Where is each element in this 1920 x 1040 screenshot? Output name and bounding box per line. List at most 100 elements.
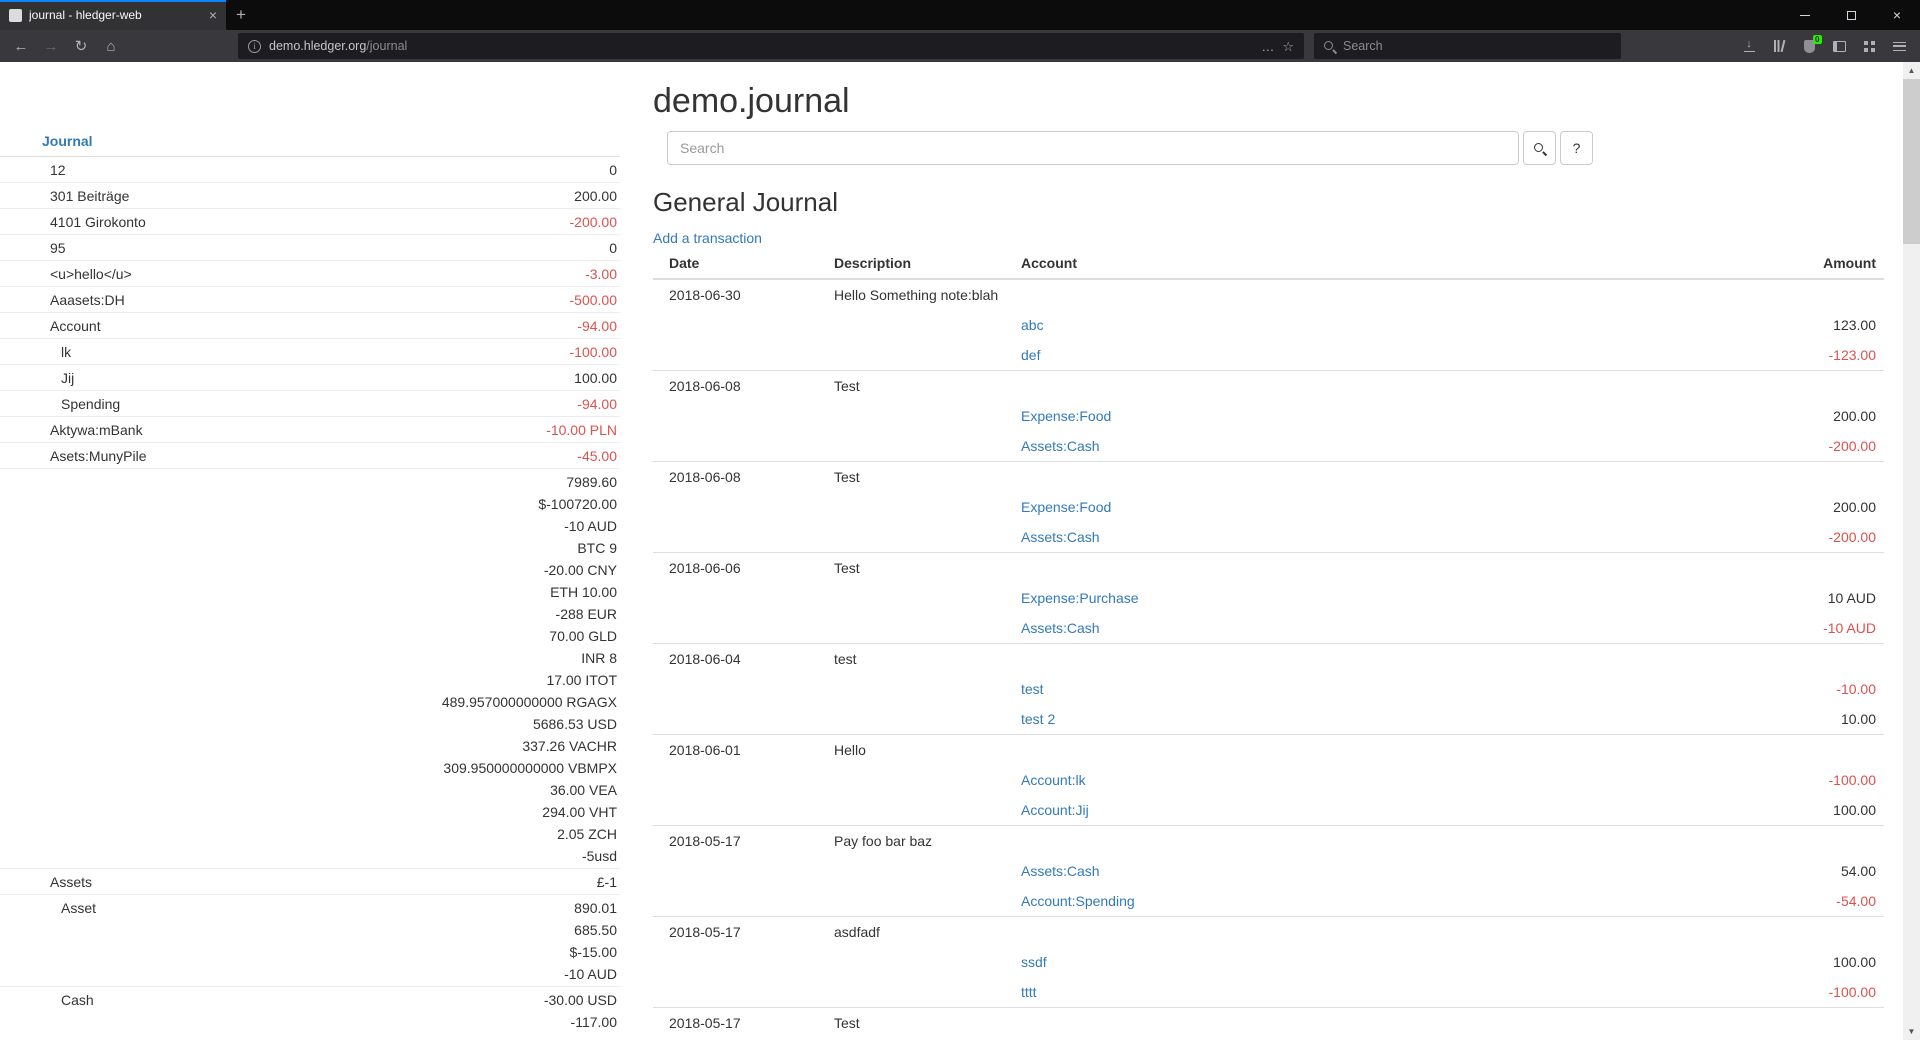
sidebar-account-name-cell: Aaasets:DH [0, 287, 280, 313]
posting-account-link[interactable]: test [1021, 681, 1044, 697]
transaction-date: 2018-05-17 [653, 826, 834, 857]
sidebar-account-link[interactable]: Cash [61, 992, 94, 1008]
posting-account-link[interactable]: Assets:Cash [1021, 863, 1100, 879]
balance-amount: -45.00 [280, 445, 617, 467]
posting-amount: 123.00 [1581, 310, 1884, 340]
sidebar-account-link[interactable]: Assets [50, 874, 92, 890]
library-button[interactable] [1764, 33, 1794, 59]
page-scrollbar[interactable]: ▲ ▼ [1903, 62, 1920, 1040]
posting-account-link[interactable]: Account:Spending [1021, 893, 1135, 909]
posting-account-link[interactable]: tttt [1021, 984, 1037, 1000]
sidebar-account-link[interactable]: 12 [50, 162, 66, 178]
posting-account-link[interactable]: abc [1021, 317, 1044, 333]
window-close-button[interactable]: × [1874, 0, 1920, 30]
sidebar-icon [1833, 41, 1846, 52]
add-transaction-link[interactable]: Add a transaction [653, 230, 762, 246]
tiles-button[interactable] [1854, 33, 1884, 59]
sidebar-account-name-cell: Aktywa:mBank [0, 417, 280, 443]
search-submit-button[interactable] [1523, 131, 1556, 165]
sidebar-account-link[interactable]: Aktywa:mBank [50, 422, 143, 438]
sidebar-account-row: 301 Beiträge 200.00 [0, 183, 620, 209]
sidebar-account-link[interactable]: 301 Beiträge [50, 188, 129, 204]
extension-button[interactable]: 0 [1794, 33, 1824, 59]
window-maximize-button[interactable] [1828, 0, 1874, 30]
sidebar-account-link[interactable]: Aaasets:DH [50, 292, 125, 308]
sidebar-account-row: Cash-30.00 USD-117.00 [0, 987, 620, 1035]
download-icon: ↓ [1744, 40, 1755, 52]
sidebar-account-row: lk -100.00 [0, 339, 620, 365]
sidebar-account-link[interactable]: Asets:MunyPile [50, 448, 146, 464]
sidebar-account-link[interactable]: Asset [61, 900, 96, 916]
journal-nav-link[interactable]: Journal [42, 133, 93, 149]
posting-account-link[interactable]: def [1021, 347, 1040, 363]
forward-button[interactable]: → [36, 33, 66, 59]
posting-amount: -54.00 [1581, 886, 1884, 917]
new-tab-button[interactable]: + [226, 0, 256, 30]
tab-close-icon[interactable]: × [209, 9, 217, 22]
search-help-button[interactable]: ? [1560, 131, 1593, 165]
posting-account-link[interactable]: Assets:Cash [1021, 620, 1100, 636]
balance-amount: $-15.00 [280, 941, 617, 963]
sidebar-account-balance: -100.00 [280, 339, 620, 365]
sidebar-account-link[interactable]: lk [61, 344, 71, 360]
transaction-row: 2018-05-17asdfadf [653, 917, 1884, 948]
sidebar-account-balance: 200.00 [280, 183, 620, 209]
window-controls: × [1782, 0, 1920, 30]
balance-amount: -94.00 [280, 393, 617, 415]
posting-amount: 200.00 [1581, 492, 1884, 522]
home-button[interactable]: ⌂ [96, 33, 126, 59]
posting-account-link[interactable]: test 2 [1021, 711, 1055, 727]
minimize-icon [1800, 15, 1810, 16]
journal-search-input[interactable] [667, 131, 1519, 165]
sidebar-account-row: 4101 Girokonto-200.00 [0, 209, 620, 235]
sidebar-header: Journal [0, 126, 620, 157]
tab-title: journal - hledger-web [29, 8, 202, 22]
sidebar-account-balance: 7989.60$-100720.00-10 AUDBTC 9-20.00 CNY… [280, 469, 620, 869]
menu-button[interactable] [1884, 33, 1914, 59]
posting-row: Account:Spending -54.00 [653, 886, 1884, 917]
col-header-date: Date [653, 248, 834, 279]
browser-search-placeholder: Search [1343, 39, 1383, 53]
posting-account-link[interactable]: Assets:Cash [1021, 529, 1100, 545]
url-bar[interactable]: i demo.hledger.org/journal … ☆ [238, 33, 1304, 59]
browser-navbar: ← → ↻ ⌂ i demo.hledger.org/journal … ☆ S… [0, 30, 1920, 62]
sidebar-account-row: Asets:MunyPile -45.00 [0, 443, 620, 469]
posting-row: Expense:Purchase10 AUD [653, 583, 1884, 613]
add-transaction-row: Add a transaction [653, 228, 1884, 248]
posting-account-link[interactable]: Assets:Cash [1021, 438, 1100, 454]
sidebar-account-link[interactable]: 95 [50, 240, 66, 256]
site-info-icon[interactable]: i [248, 40, 261, 53]
sidebar-account-link[interactable]: Spending [61, 396, 120, 412]
posting-account-link[interactable]: Expense:Food [1021, 499, 1111, 515]
balance-amount: INR 8 [280, 647, 617, 669]
browser-tab[interactable]: journal - hledger-web × [0, 0, 226, 30]
url-text: demo.hledger.org/journal [269, 39, 1253, 53]
page-actions-icon[interactable]: … [1261, 40, 1274, 53]
sidebar-account-link[interactable]: Jij [61, 370, 74, 386]
posting-account-link[interactable]: Expense:Purchase [1021, 590, 1139, 606]
balance-amount: 337.26 VACHR [280, 735, 617, 757]
posting-account-cell: test [1021, 674, 1581, 704]
sidebar-account-link[interactable]: <u>hello</u> [50, 266, 132, 282]
reload-button[interactable]: ↻ [66, 33, 96, 59]
browser-search-bar[interactable]: Search [1314, 33, 1621, 59]
balance-amount: -94.00 [280, 315, 617, 337]
sidebar-account-link[interactable]: Account [50, 318, 101, 334]
bookmark-star-icon[interactable]: ☆ [1282, 40, 1294, 53]
window-minimize-button[interactable] [1782, 0, 1828, 30]
sidebar-account-name-cell: Asset [0, 895, 280, 987]
sidebar-account-balance: 890.01685.50$-15.00-10 AUD [280, 895, 620, 987]
sidebar-account-link[interactable]: 4101 Girokonto [50, 214, 146, 230]
sidebar-account-balance: £-1 [280, 869, 620, 895]
posting-account-link[interactable]: Account:lk [1021, 772, 1086, 788]
scrollbar-down-arrow[interactable]: ▼ [1903, 1023, 1920, 1040]
posting-account-link[interactable]: ssdf [1021, 954, 1047, 970]
posting-account-link[interactable]: Account:Jij [1021, 802, 1089, 818]
posting-amount: 54.00 [1581, 856, 1884, 886]
back-button[interactable]: ← [6, 33, 36, 59]
downloads-button[interactable]: ↓ [1734, 33, 1764, 59]
sidebars-button[interactable] [1824, 33, 1854, 59]
scrollbar-thumb[interactable] [1903, 79, 1920, 244]
posting-account-link[interactable]: Expense:Food [1021, 408, 1111, 424]
scrollbar-up-arrow[interactable]: ▲ [1903, 62, 1920, 79]
